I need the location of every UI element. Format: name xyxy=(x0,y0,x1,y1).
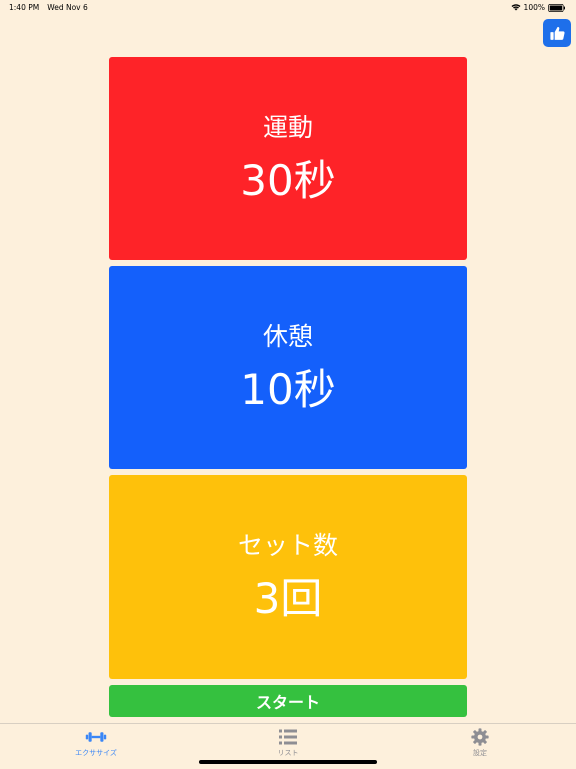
rest-value: 10秒 xyxy=(240,365,336,414)
wifi-icon xyxy=(511,4,521,11)
rest-label: 休憩 xyxy=(262,322,313,351)
tab-exercise-label: エクササイズ xyxy=(75,749,117,757)
battery-percent: 100% xyxy=(523,3,545,12)
home-indicator xyxy=(199,760,377,764)
status-time: 1:40 PM xyxy=(9,3,40,12)
sets-label: セット数 xyxy=(237,531,338,560)
exercise-label: 運動 xyxy=(262,113,313,142)
tab-list-label: リスト xyxy=(277,749,299,757)
exercise-duration-card[interactable]: 運動 30秒 xyxy=(109,57,467,260)
tab-list[interactable]: リスト xyxy=(238,728,338,758)
tab-exercise[interactable]: エクササイズ xyxy=(46,728,146,758)
start-button[interactable]: スタート xyxy=(109,685,467,717)
set-count-card[interactable]: セット数 3回 xyxy=(109,475,467,679)
status-left: 1:40 PM Wed Nov 6 xyxy=(9,3,88,12)
list-icon xyxy=(279,729,297,745)
tab-settings[interactable]: 設定 xyxy=(430,728,530,758)
gear-icon xyxy=(471,728,489,746)
status-right: 100% xyxy=(511,3,566,12)
status-bar: 1:40 PM Wed Nov 6 100% xyxy=(0,0,576,14)
like-button[interactable] xyxy=(543,19,571,47)
tab-settings-label: 設定 xyxy=(473,749,487,757)
battery-icon xyxy=(548,3,565,12)
sets-value: 3回 xyxy=(253,574,323,623)
thumbs-up-icon xyxy=(549,26,565,40)
rest-duration-card[interactable]: 休憩 10秒 xyxy=(109,266,467,469)
exercise-value: 30秒 xyxy=(240,156,336,205)
status-date: Wed Nov 6 xyxy=(47,3,88,12)
dumbbell-icon xyxy=(85,732,107,742)
